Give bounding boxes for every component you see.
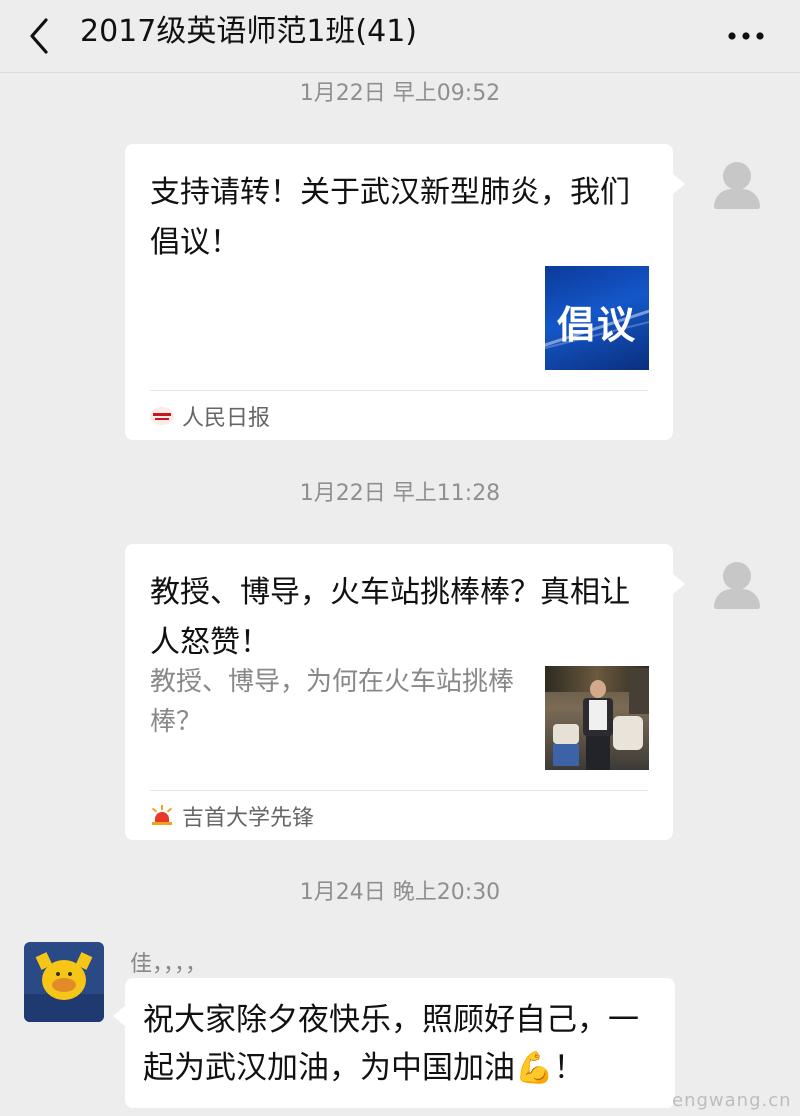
message-timestamp: 1月22日 早上11:28 [299,481,501,506]
article-description: 教授、博导，为何在火车站挑棒棒？ [150,667,515,737]
article-source: 吉首大学先锋 [150,796,314,836]
message-timestamp: 1月24日 晚上20:30 [299,880,501,905]
divider [150,790,648,791]
article-thumbnail: 倡议 [545,266,649,370]
more-button[interactable] [726,18,766,54]
message-timestamp: 1月22日 早上09:52 [299,81,501,106]
article-thumbnail [545,666,649,770]
chat-header: 2017级英语师范1班(41) [0,0,800,73]
newspaper-logo-icon [150,404,174,428]
sun-logo-icon [150,804,174,828]
article-source: 人民日报 [150,396,270,436]
article-title: 教授、博导，火车站挑棒棒？真相让人怒赞！ [150,575,630,660]
article-title: 支持请转！关于武汉新型肺炎，我们倡议！ [150,175,630,260]
chat-title: 2017级英语师范1班(41) [80,14,418,49]
article-card[interactable]: 支持请转！关于武汉新型肺炎，我们倡议！ 倡议 人民日报 [125,144,685,440]
sender-name: 佳，，，， [130,952,208,977]
source-name: 吉首大学先锋 [182,806,315,831]
sender-avatar[interactable] [24,942,104,1022]
message-bubble[interactable]: 祝大家除夕夜快乐，照顾好自己，一起为武汉加油，为中国加油💪！ [113,978,675,1108]
source-name: 人民日报 [182,406,271,431]
watermark: engwang.cn [672,1090,792,1111]
divider [150,390,648,391]
avatar[interactable] [700,144,774,218]
back-button[interactable] [22,16,58,56]
avatar[interactable] [700,544,774,618]
thumbnail-text: 倡议 [556,303,637,347]
article-card[interactable]: 教授、博导，火车站挑棒棒？真相让人怒赞！ 教授、博导，为何在火车站挑棒棒？ 吉首… [125,544,685,840]
chevron-left-icon [30,18,48,54]
more-dots-icon [728,32,764,40]
message-text: 祝大家除夕夜快乐，照顾好自己，一起为武汉加油，为中国加油💪！ [143,1002,639,1086]
